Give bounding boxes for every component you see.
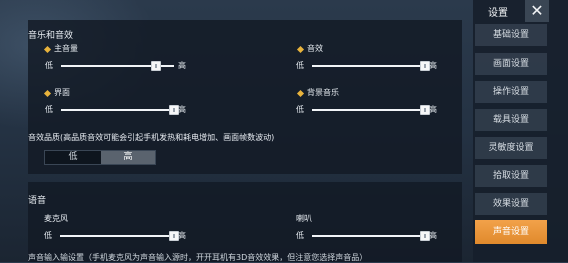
master-low-label: 低	[45, 61, 53, 70]
settings-title: 设置	[488, 8, 508, 19]
quality-low-button[interactable]: 低	[45, 151, 101, 164]
sound-quality-label: 音效品质(高品质音效可能会引起手机发热和耗电增加、画面帧数波动)	[28, 133, 275, 142]
mic-low-label: 低	[44, 231, 52, 240]
sound-quality-toggle: 低 高	[44, 150, 156, 165]
sfx-low-label: 低	[296, 61, 304, 70]
ui-high-label: 高	[178, 105, 186, 114]
sidebar-item-controls[interactable]: 操作设置	[475, 81, 547, 103]
sidebar-item-sensitivity[interactable]: 灵敏度设置	[475, 137, 547, 159]
speaker-label: 喇叭	[296, 214, 312, 223]
slider-knob[interactable]	[150, 61, 161, 71]
section-title-music: 音乐和音效	[28, 31, 74, 41]
sidebar-item-graphics[interactable]: 画面设置	[475, 53, 547, 75]
section-title-voice: 语音	[28, 196, 47, 206]
mic-slider[interactable]	[60, 231, 179, 241]
bgm-high-label: 高	[429, 105, 437, 114]
speaker-low-label: 低	[296, 231, 304, 240]
sidebar-item-effects[interactable]: 效果设置	[475, 193, 547, 215]
ui-volume-slider[interactable]	[61, 105, 179, 115]
sidebar-item-sound[interactable]: 声音设置	[475, 220, 547, 244]
close-button[interactable]: ✕	[525, 0, 549, 22]
sidebar-item-vehicle[interactable]: 载具设置	[475, 109, 547, 131]
ui-low-label: 低	[45, 105, 53, 114]
settings-panel: 音乐和音效 主音量 低 高 音效 低 高 界面 低 高 背景音乐 低 高 音效品…	[28, 20, 462, 262]
quality-high-button[interactable]: 高	[101, 151, 155, 164]
voice-card	[28, 182, 462, 262]
sfx-high-label: 高	[429, 61, 437, 70]
bgm-slider[interactable]	[312, 105, 430, 115]
sidebar-item-basic[interactable]: 基础设置	[475, 24, 547, 46]
bgm-low-label: 低	[296, 105, 304, 114]
close-icon: ✕	[530, 1, 544, 20]
speaker-slider[interactable]	[312, 231, 430, 241]
mic-high-label: 高	[178, 231, 186, 240]
sidebar-item-pickup[interactable]: 拾取设置	[475, 165, 547, 187]
mic-label: 麦克风	[44, 214, 68, 223]
master-high-label: 高	[178, 61, 186, 70]
ui-volume-label: 界面	[54, 88, 70, 97]
bgm-label: 背景音乐	[307, 88, 339, 97]
master-volume-slider[interactable]	[61, 61, 174, 71]
master-volume-label: 主音量	[54, 44, 78, 53]
speaker-high-label: 高	[429, 231, 437, 240]
sfx-label: 音效	[307, 44, 323, 53]
sfx-slider[interactable]	[312, 61, 430, 71]
voice-io-settings-text: 声音输入输设置（手机麦克风为声音输入源时，开开耳机有3D音效效果，但注意您选择声…	[28, 253, 368, 262]
